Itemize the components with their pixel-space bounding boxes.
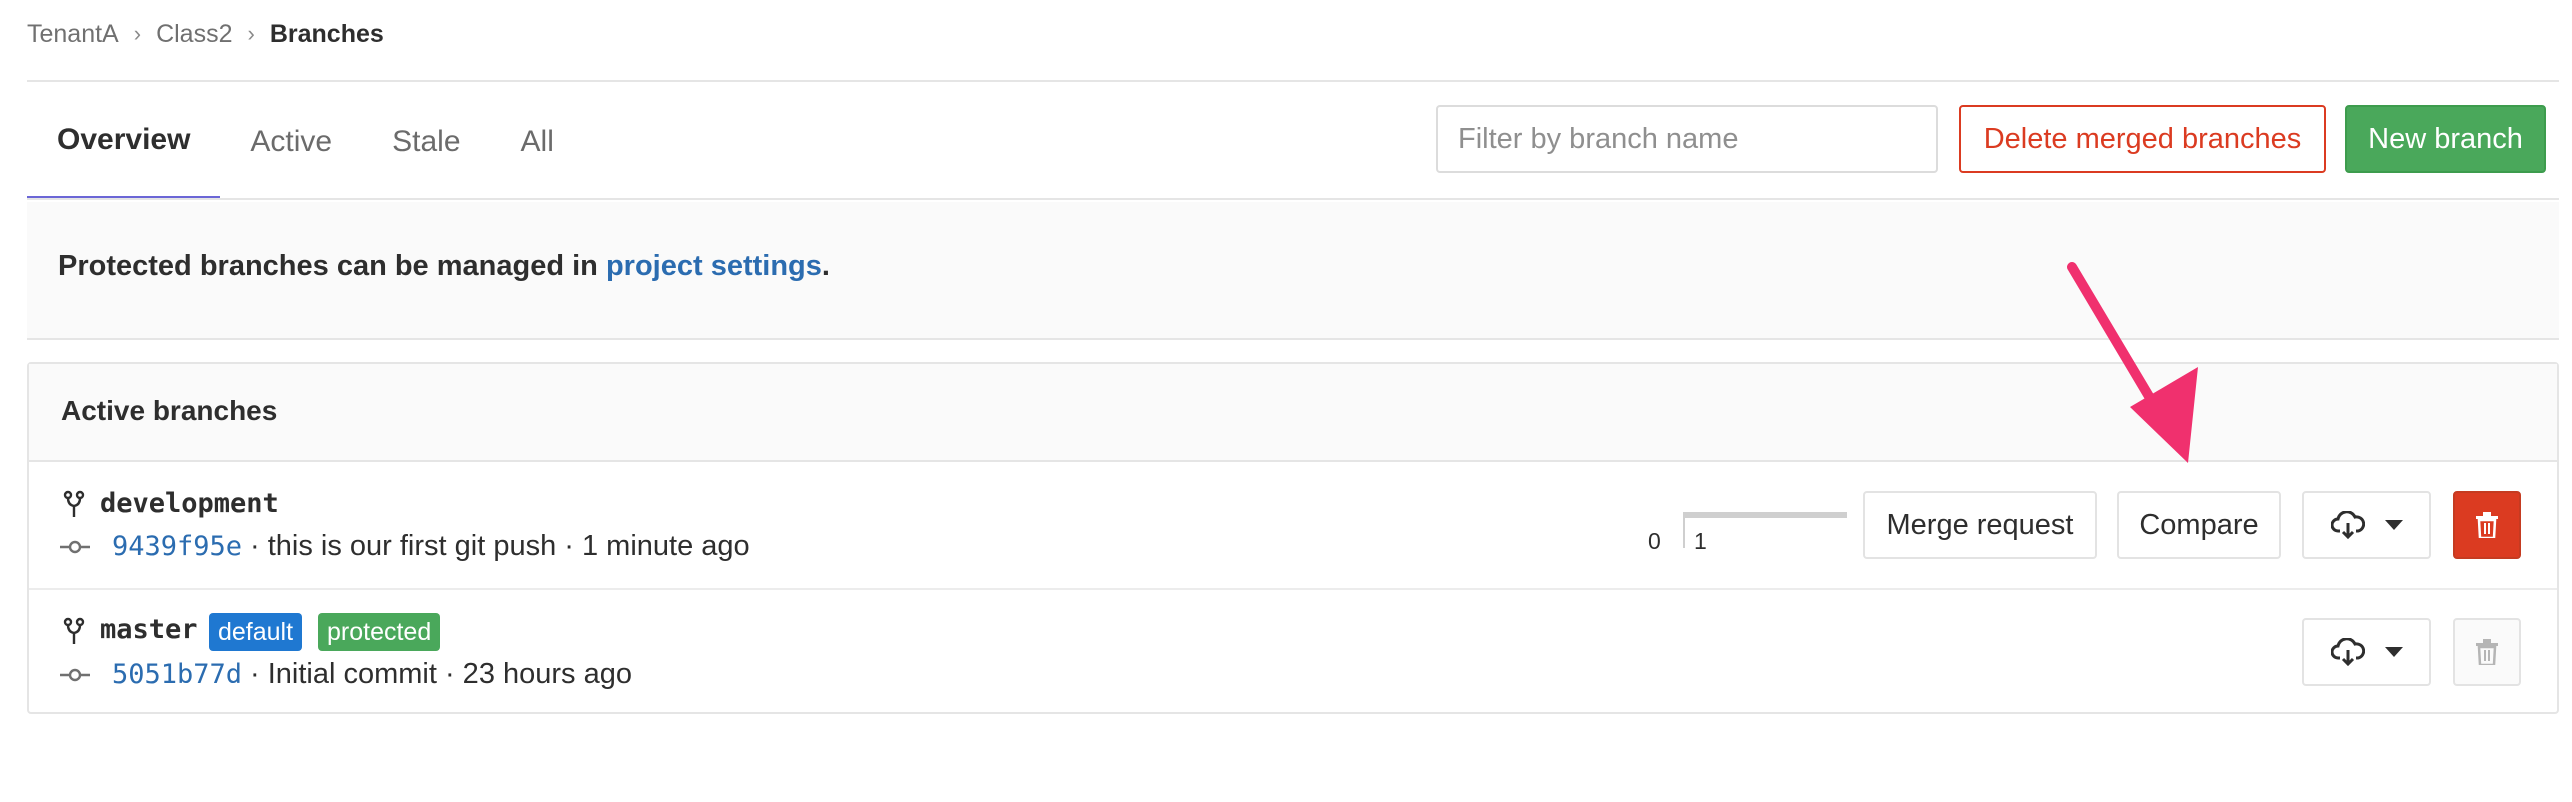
delete-branch-button-disabled [2453,618,2521,686]
divergence-ahead-count: 1 [1694,528,1707,554]
commit-sha-link[interactable]: 9439f95e [112,531,242,562]
commit-icon [60,540,90,559]
project-settings-link[interactable]: project settings [606,250,822,282]
download-dropdown-button[interactable] [2302,491,2431,559]
tabs-divider [27,198,2559,200]
chevron-right-icon: › [133,21,142,46]
tab-stale[interactable]: Stale [362,84,490,200]
header-divider [27,80,2559,82]
new-branch-button[interactable]: New branch [2345,105,2546,173]
divergence-bar [1683,512,1847,518]
protected-badge: protected [318,613,441,651]
banner-prefix: Protected branches can be managed in [58,250,606,282]
branch-name-development[interactable]: development [100,488,279,519]
commit-message: · this is our first git push · 1 minute … [250,530,750,562]
delete-merged-branches-button[interactable]: Delete merged branches [1959,105,2326,173]
panel-title: Active branches [61,395,278,426]
branch-name-master[interactable]: master [100,614,198,645]
breadcrumb-item-class[interactable]: Class2 [156,20,232,49]
banner-suffix: . [821,250,830,282]
commit-icon [60,668,90,687]
branch-filter-input[interactable] [1436,105,1938,173]
default-badge: default [209,613,303,651]
delete-branch-button[interactable] [2453,491,2521,559]
breadcrumb: TenantA › Class2 › Branches [27,14,384,54]
row-divider [29,588,2557,590]
tab-overview[interactable]: Overview [27,84,221,200]
merge-request-button[interactable]: Merge request [1863,491,2097,559]
breadcrumb-item-tenant[interactable]: TenantA [27,20,119,49]
trash-icon [2476,512,2498,538]
download-cloud-icon [2330,638,2365,666]
commit-message: · Initial commit · 23 hours ago [250,658,632,690]
breadcrumb-item-current[interactable]: Branches [270,20,384,49]
download-dropdown-button[interactable] [2302,618,2431,686]
divergence-behind-count: 0 [1648,528,1661,554]
divergence-separator [1683,512,1685,548]
branch-icon [62,617,86,652]
tab-all[interactable]: All [491,84,584,200]
compare-button[interactable]: Compare [2117,491,2281,559]
branch-icon [62,490,86,525]
banner-text: Protected branches can be managed in pro… [58,250,830,283]
commit-sha-link[interactable]: 5051b77d [112,659,242,690]
branch-tabs: Overview Active Stale All [27,84,584,200]
chevron-right-icon: › [247,21,255,46]
tab-active[interactable]: Active [220,84,362,200]
annotation-arrow [2067,262,2198,463]
caret-down-icon [2384,647,2403,657]
download-cloud-icon [2330,511,2365,539]
trash-icon [2476,639,2498,665]
caret-down-icon [2384,520,2403,530]
